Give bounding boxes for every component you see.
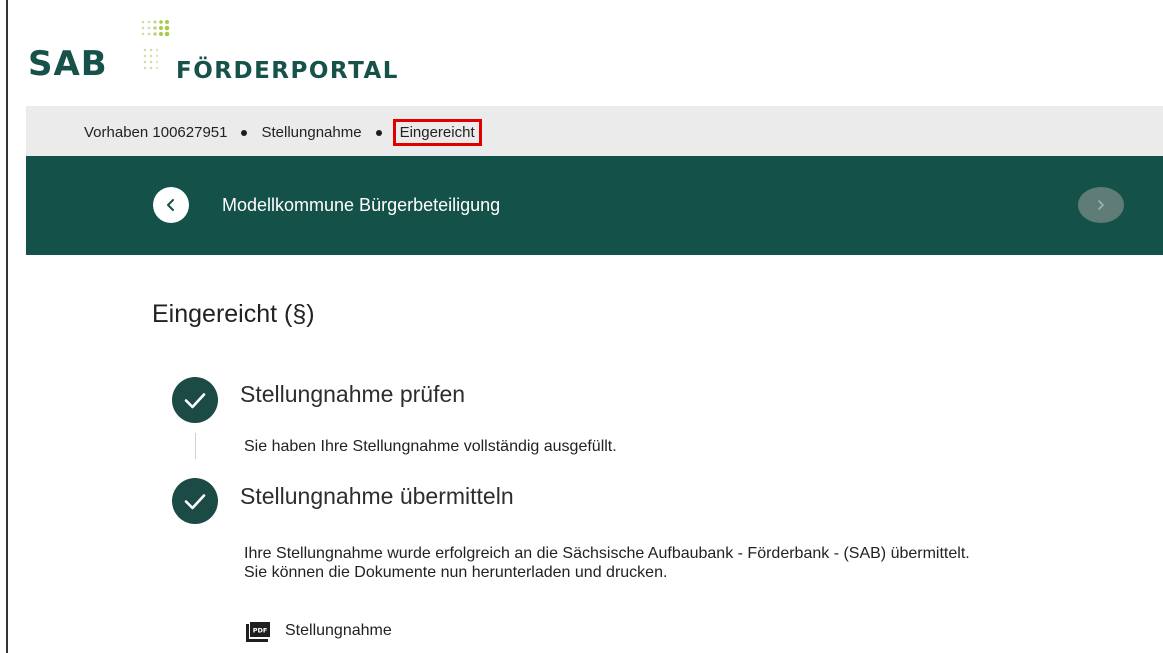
window-left-border xyxy=(6,0,8,653)
step-complete-check xyxy=(172,377,218,423)
document-download-link[interactable]: Stellungnahme xyxy=(285,622,392,640)
breadcrumb-item-vorhaben[interactable]: Vorhaben 100627951 xyxy=(84,124,227,141)
chevron-right-icon xyxy=(1098,200,1104,210)
pdf-icon[interactable]: PDF xyxy=(246,622,270,642)
step-title: Stellungnahme übermitteln xyxy=(240,483,514,509)
page-title: Eingereicht (§) xyxy=(152,300,315,328)
back-button[interactable] xyxy=(153,187,189,223)
step-description-line: Sie können die Dokumente nun herunterlad… xyxy=(244,564,668,581)
step-connector-line xyxy=(195,433,196,459)
breadcrumb-item-eingereicht: Eingereicht xyxy=(392,119,482,146)
breadcrumb: Vorhaben 100627951 Stellungnahme Eingere… xyxy=(26,106,1163,156)
breadcrumb-separator xyxy=(375,129,382,136)
step-title: Stellungnahme prüfen xyxy=(240,381,466,407)
header-title: Modellkommune Bürgerbeteiligung xyxy=(222,195,501,215)
check-circle-icon xyxy=(184,393,206,409)
check-circle-icon xyxy=(184,494,206,510)
chevron-left-icon xyxy=(167,199,174,211)
logo-sab-text: SAB xyxy=(28,44,108,84)
logo-dots-icon xyxy=(141,20,170,70)
pdf-icon-label: PDF xyxy=(253,627,268,635)
forward-button[interactable] xyxy=(1078,187,1124,223)
breadcrumb-separator xyxy=(241,129,248,136)
sab-logo[interactable]: SAB FÖRDERPORTAL xyxy=(28,18,428,88)
breadcrumb-trail: Vorhaben 100627951 Stellungnahme Eingere… xyxy=(84,119,482,146)
breadcrumb-item-stellungnahme[interactable]: Stellungnahme xyxy=(261,124,361,141)
logo-portal-text: FÖRDERPORTAL xyxy=(176,58,399,84)
step-description: Sie haben Ihre Stellungnahme vollständig… xyxy=(244,438,617,455)
header-bar: Modellkommune Bürgerbeteiligung xyxy=(26,156,1163,255)
step-description-line: Ihre Stellungnahme wurde erfolgreich an … xyxy=(244,545,970,562)
step-complete-check xyxy=(172,478,218,524)
